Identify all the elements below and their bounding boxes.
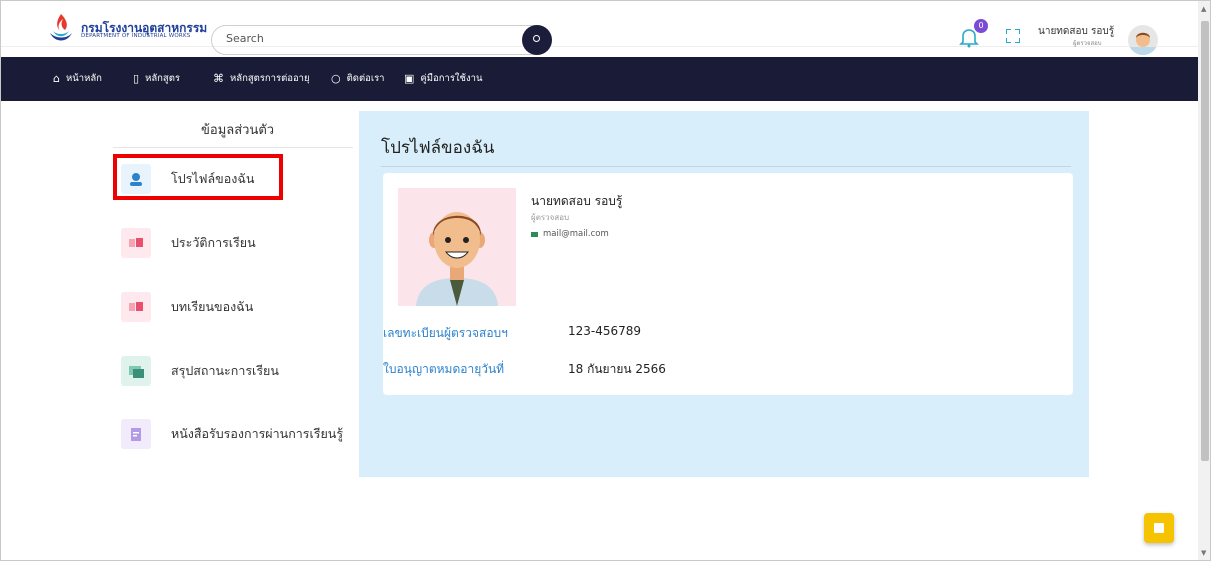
summary-icon: [121, 356, 151, 386]
sidebar-item-label: บทเรียนของฉัน: [171, 299, 254, 314]
header-user-role: ผู้ตรวจสอบ: [1073, 40, 1102, 47]
sidebar-item-my-lessons[interactable]: บทเรียนของฉัน: [113, 285, 253, 329]
floating-action-button[interactable]: [1144, 513, 1174, 543]
fullscreen-icon[interactable]: [1006, 29, 1020, 43]
sidebar-item-label: ประวัติการเรียน: [171, 235, 256, 250]
sidebar-divider: [113, 147, 353, 148]
browser-frame: กรมโรงงานอุตสาหกรรม DEPARTMENT OF INDUST…: [0, 0, 1211, 561]
active-item-highlight: [113, 154, 283, 200]
search-box: [211, 25, 552, 55]
search-input[interactable]: [226, 32, 516, 45]
profile-email: mail@mail.com: [531, 229, 609, 239]
main-navigation: ⌂ หน้าหลัก ▯ หลักสูตร ⌘ หลักสูตรการต่ออา…: [1, 57, 1198, 101]
chat-icon: ○: [331, 72, 341, 85]
book-open-icon: [121, 292, 151, 322]
profile-name: นายทดสอบ รอบรู้: [531, 194, 623, 208]
scroll-thumb[interactable]: [1201, 21, 1209, 461]
top-header: กรมโรงงานอุตสาหกรรม DEPARTMENT OF INDUST…: [1, 1, 1198, 55]
license-expiry-value: 18 กันยายน 2566: [568, 362, 666, 376]
header-user-name[interactable]: นายทดสอบ รอบรู้: [1038, 24, 1114, 39]
sidebar-title: ข้อมูลส่วนตัว: [201, 123, 275, 138]
nav-item-label: หน้าหลัก: [65, 73, 102, 84]
home-icon: ⌂: [53, 72, 60, 85]
avatar[interactable]: [1128, 25, 1158, 55]
department-logo[interactable]: [47, 13, 75, 43]
profile-email-text: mail@mail.com: [543, 229, 609, 239]
nav-item-label: ติดต่อเรา: [346, 73, 385, 84]
note-icon: [1154, 523, 1164, 533]
nav-item-label: หลักสูตรการต่ออายุ: [230, 73, 310, 84]
scroll-up-arrow-icon[interactable]: ▲: [1201, 5, 1206, 13]
nav-item-contact[interactable]: ○ ติดต่อเรา: [331, 71, 385, 86]
command-icon: ⌘: [213, 72, 224, 85]
nav-item-label: หลักสูตร: [145, 73, 180, 84]
sidebar-item-label: หนังสือรับรองการผ่านการเรียนรู้: [171, 426, 344, 441]
sidebar-item-learning-history[interactable]: ประวัติการเรียน: [113, 221, 256, 265]
logo-title-en: DEPARTMENT OF INDUSTRIAL WORKS: [81, 33, 191, 39]
page-title: โปรไฟล์ของฉัน: [381, 138, 495, 158]
license-expiry-label: ใบอนุญาตหมดอายุวันที่: [383, 362, 505, 376]
notification-badge: 0: [974, 19, 988, 33]
sidebar-item-certificate[interactable]: หนังสือรับรองการผ่านการเรียนรู้: [113, 412, 343, 456]
sidebar-item-label: สรุปสถานะการเรียน: [171, 363, 279, 378]
registration-number-label: เลขทะเบียนผู้ตรวจสอบฯ: [383, 326, 508, 340]
mail-icon: [531, 231, 538, 237]
nav-item-home[interactable]: ⌂ หน้าหลัก: [53, 71, 102, 86]
profile-photo: [398, 188, 516, 306]
nav-item-label: คู่มือการใช้งาน: [420, 73, 483, 84]
title-divider: [381, 166, 1071, 167]
avatar-illustration: [1128, 32, 1158, 55]
nav-item-courses[interactable]: ▯ หลักสูตร: [133, 71, 180, 86]
profile-role: ผู้ตรวจสอบ: [531, 213, 570, 222]
certificate-icon: [121, 419, 151, 449]
sidebar-item-learning-summary[interactable]: สรุปสถานะการเรียน: [113, 349, 279, 393]
nav-item-manual[interactable]: ▣ คู่มือการใช้งาน: [404, 71, 482, 86]
registration-number-value: 123-456789: [568, 324, 642, 338]
search-icon: [533, 35, 540, 42]
book-open-icon: [121, 228, 151, 258]
page-scrollbar[interactable]: ▲ ▼: [1198, 1, 1210, 560]
search-button[interactable]: [522, 25, 552, 55]
manual-icon: ▣: [404, 72, 415, 85]
book-icon: ▯: [133, 72, 140, 85]
nav-item-renewal-courses[interactable]: ⌘ หลักสูตรการต่ออายุ: [213, 71, 310, 86]
scroll-down-arrow-icon[interactable]: ▼: [1201, 549, 1206, 557]
